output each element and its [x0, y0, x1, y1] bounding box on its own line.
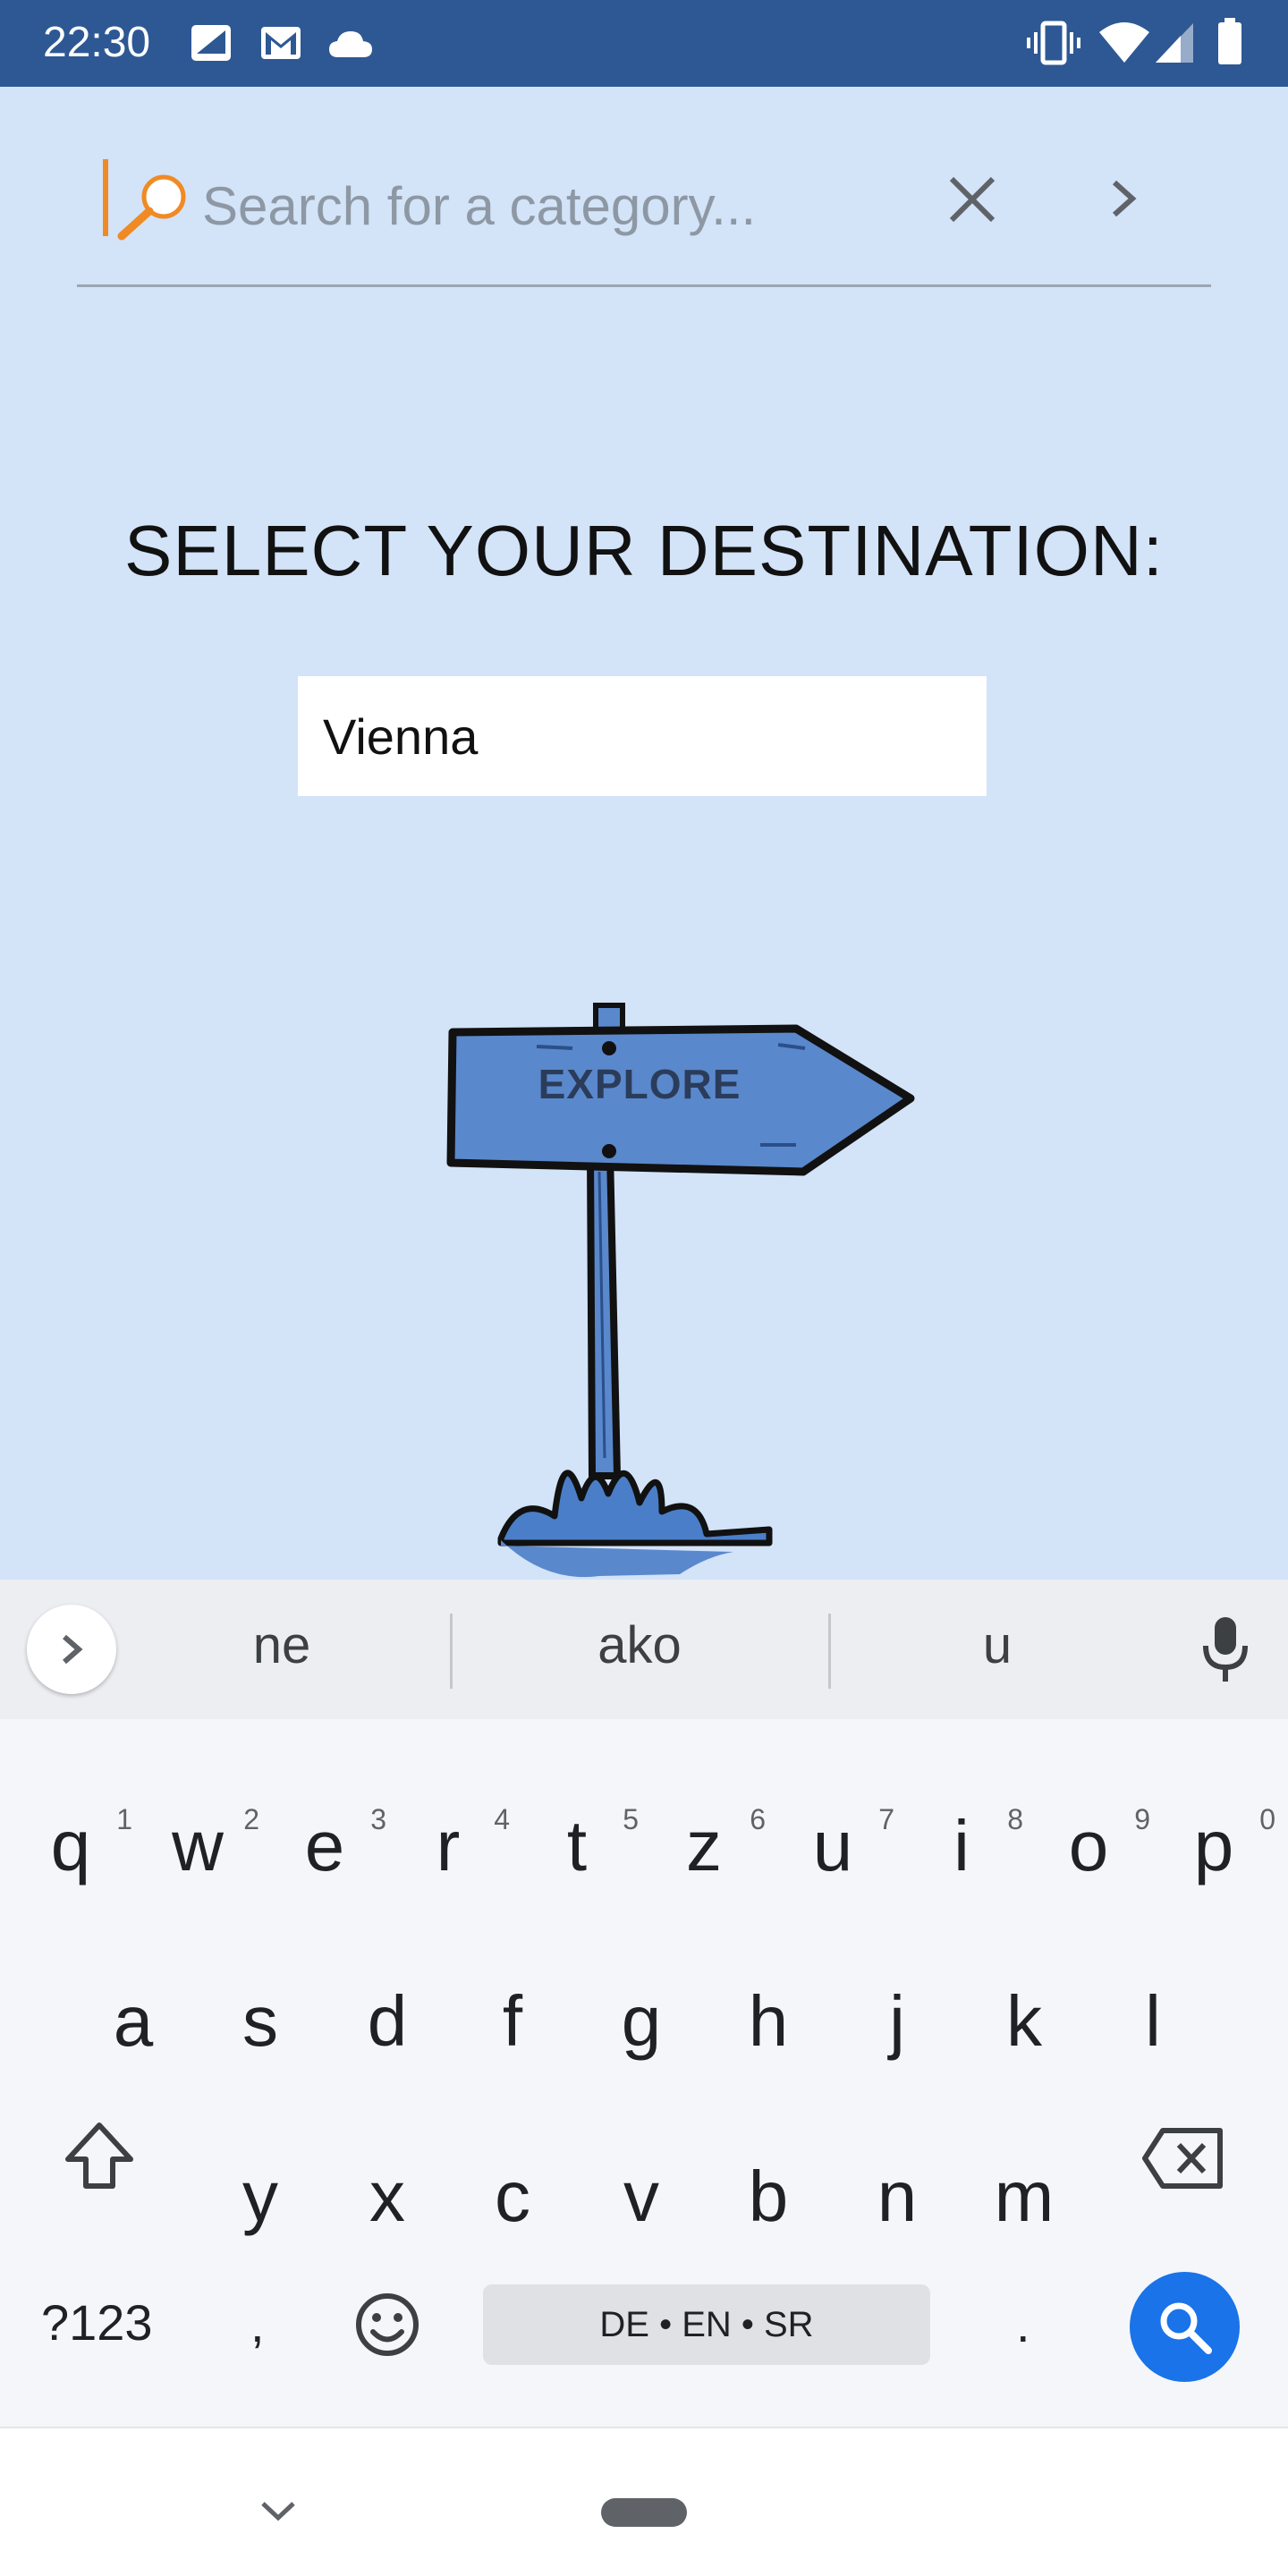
suggestion-1[interactable]: ne	[188, 1615, 376, 1675]
keyboard-expand-button[interactable]	[27, 1605, 116, 1694]
close-icon[interactable]	[948, 175, 996, 224]
suggestion-divider	[828, 1614, 831, 1689]
suggestion-divider	[450, 1614, 453, 1689]
suggestion-strip: ne ako u	[0, 1580, 1288, 1719]
period-key[interactable]: .	[1016, 2295, 1030, 2353]
key-v[interactable]: v	[592, 2152, 691, 2241]
key-b[interactable]: b	[719, 2152, 818, 2241]
key-i[interactable]: i8	[912, 1801, 1023, 1891]
key-n[interactable]: n	[848, 2152, 946, 2241]
key-d[interactable]: d	[338, 1977, 436, 2066]
page-title: SELECT YOUR DESTINATION:	[123, 511, 1164, 590]
text-cursor	[103, 159, 108, 236]
key-g[interactable]: g	[592, 1977, 691, 2066]
category-search-input[interactable]	[202, 170, 918, 242]
signal-icon	[1156, 23, 1193, 63]
key-y[interactable]: y	[211, 2152, 309, 2241]
key-x[interactable]: x	[338, 2152, 436, 2241]
home-handle[interactable]	[601, 2498, 687, 2527]
suggestion-3[interactable]: u	[903, 1615, 1091, 1675]
keyboard-search-button[interactable]	[1130, 2272, 1240, 2382]
emoji-icon[interactable]	[354, 2292, 420, 2358]
key-e[interactable]: e3	[275, 1801, 386, 1891]
image-icon	[191, 25, 231, 61]
key-r[interactable]: r4	[399, 1801, 510, 1891]
comma-key[interactable]: ,	[250, 2295, 265, 2353]
search-underline	[77, 284, 1211, 287]
key-z[interactable]: z6	[655, 1801, 766, 1891]
navigation-bar	[0, 2427, 1288, 2576]
space-key[interactable]: DE • EN • SR	[483, 2284, 930, 2365]
key-a[interactable]: a	[84, 1977, 182, 2066]
suggestion-2[interactable]: ako	[546, 1615, 733, 1675]
battery-icon	[1218, 18, 1241, 64]
microphone-icon[interactable]	[1202, 1615, 1249, 1685]
key-s[interactable]: s	[211, 1977, 309, 2066]
key-w[interactable]: w2	[148, 1801, 259, 1891]
key-h[interactable]: h	[719, 1977, 818, 2066]
search-icon	[117, 174, 186, 241]
wifi-icon	[1099, 22, 1149, 63]
vibrate-icon	[1027, 21, 1080, 65]
chevron-right-icon	[63, 1634, 83, 1665]
destination-field[interactable]	[298, 676, 987, 796]
key-u[interactable]: u7	[784, 1801, 894, 1891]
key-t[interactable]: t5	[528, 1801, 639, 1891]
key-l[interactable]: l	[1104, 1977, 1202, 2066]
status-time: 22:30	[43, 19, 151, 66]
symbols-key[interactable]: ?123	[41, 2293, 153, 2351]
key-q[interactable]: q1	[21, 1801, 132, 1891]
chevron-down-icon[interactable]	[259, 2498, 297, 2523]
cloud-icon	[329, 31, 372, 57]
chevron-right-icon[interactable]	[1109, 177, 1138, 220]
key-p[interactable]: p0	[1165, 1801, 1275, 1891]
soft-keyboard: ne ako u q1 w2 e3 r4 t5 z6 u7 i8 o9 p0 a…	[0, 1580, 1288, 2427]
key-f[interactable]: f	[463, 1977, 562, 2066]
key-m[interactable]: m	[975, 2152, 1073, 2241]
status-bar: 22:30	[0, 0, 1288, 87]
backspace-icon[interactable]	[1141, 2127, 1225, 2190]
key-c[interactable]: c	[463, 2152, 562, 2241]
key-o[interactable]: o9	[1039, 1801, 1150, 1891]
search-icon	[1160, 2302, 1212, 2354]
key-k[interactable]: k	[975, 1977, 1073, 2066]
explore-button[interactable]: EXPLORE	[501, 1060, 778, 1108]
shift-icon[interactable]	[63, 2120, 136, 2193]
gmail-icon	[261, 27, 301, 59]
key-j[interactable]: j	[848, 1977, 946, 2066]
